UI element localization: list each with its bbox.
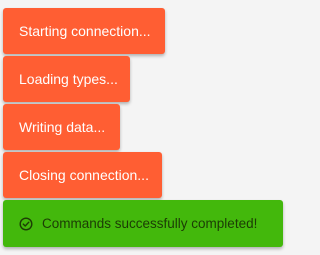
toast-message: Writing data... [19, 119, 106, 135]
toast-closing-connection[interactable]: Closing connection... [3, 152, 162, 198]
notification-stack: Starting connection... Loading types... … [0, 0, 294, 255]
check-circle-icon [19, 216, 33, 231]
toast-message: Loading types... [19, 71, 118, 87]
toast-success[interactable]: Commands successfully completed! [3, 200, 283, 247]
toast-loading-types[interactable]: Loading types... [3, 56, 130, 102]
toast-message: Commands successfully completed! [42, 216, 258, 231]
toast-writing-data[interactable]: Writing data... [3, 104, 120, 150]
toast-message: Starting connection... [19, 23, 151, 39]
toast-message: Closing connection... [19, 167, 149, 183]
toast-starting-connection[interactable]: Starting connection... [3, 8, 165, 54]
